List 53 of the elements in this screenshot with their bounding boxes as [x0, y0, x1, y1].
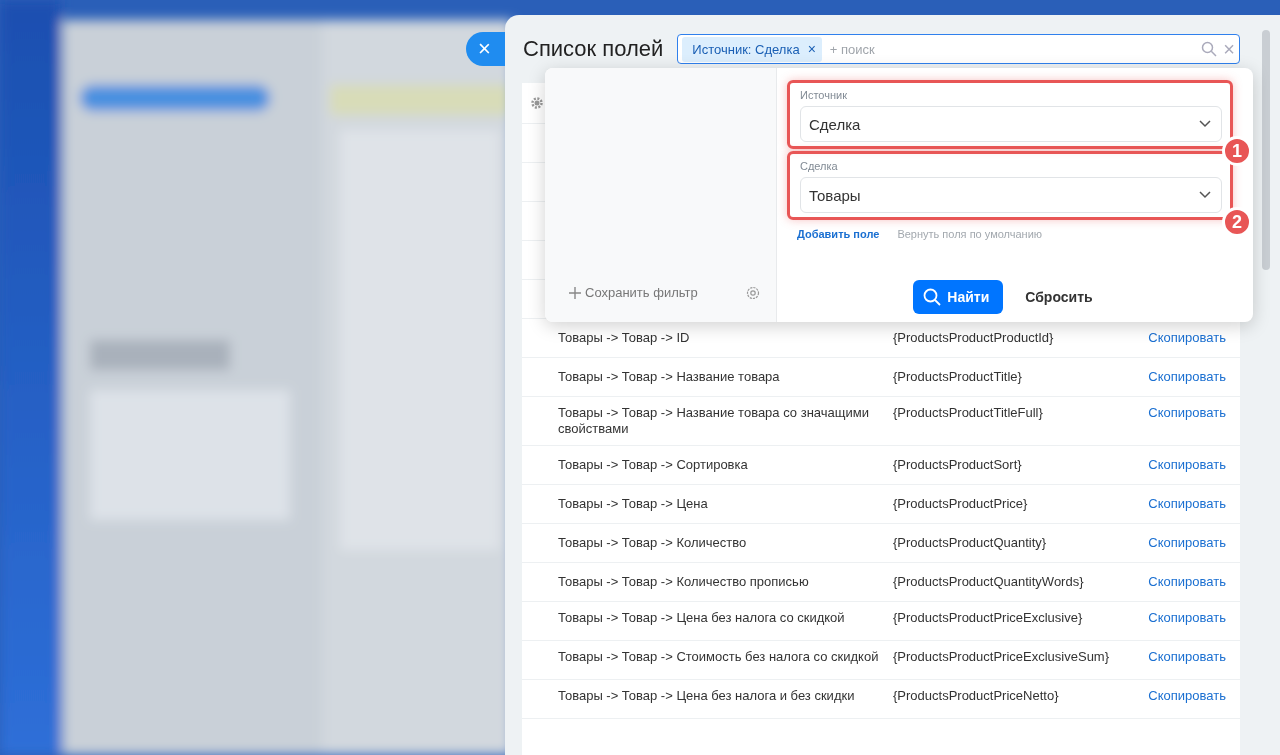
- copy-link[interactable]: Скопировать: [1133, 457, 1226, 473]
- copy-link[interactable]: Скопировать: [1133, 405, 1226, 421]
- find-button[interactable]: Найти: [913, 280, 1004, 314]
- callout-number: 2: [1222, 207, 1252, 237]
- copy-link[interactable]: Скопировать: [1133, 688, 1226, 704]
- copy-link[interactable]: Скопировать: [1133, 496, 1226, 512]
- field-code: {ProductsProductPrice}: [893, 496, 1029, 512]
- search-icon: [923, 288, 942, 306]
- plus-icon: [569, 286, 581, 299]
- field-code: {ProductsProductTitleFull}: [893, 405, 1044, 421]
- chevron-icon: [1199, 191, 1211, 199]
- select-field[interactable]: Сделка: [800, 106, 1222, 142]
- field-code: {ProductsProductProductId}: [893, 330, 1055, 346]
- add-field-link[interactable]: Добавить поле: [797, 228, 880, 240]
- field-name: Товары -> Товар -> Название товара: [558, 369, 781, 385]
- field-code: {ProductsProductPriceExclusive}: [893, 610, 1084, 626]
- field-name: Товары -> Товар -> Название товара со значащими свойствами: [558, 405, 870, 437]
- panel-title: Список полей: [523, 36, 664, 62]
- tag-remove-button[interactable]: ×: [807, 42, 816, 56]
- field-name: Товары -> Товар -> Цена без налога со скидкой: [558, 610, 846, 626]
- scrollbar[interactable]: [1262, 30, 1270, 270]
- field-name: Товары -> Товар -> Количество прописью: [558, 574, 810, 590]
- field-code: {ProductsProductPriceExclusiveSum}: [893, 649, 1111, 665]
- field-code: {ProductsProductPriceNetto}: [893, 688, 1060, 704]
- field-name: Товары -> Товар -> Сортировка: [558, 457, 749, 473]
- tag-label: Источник: Сделка: [692, 41, 800, 57]
- copy-link[interactable]: Скопировать: [1133, 574, 1226, 590]
- field-code: {ProductsProductSort}: [893, 457, 1023, 473]
- field-label: Сделка: [800, 160, 839, 172]
- copy-link[interactable]: Скопировать: [1133, 369, 1226, 385]
- copy-link[interactable]: Скопировать: [1133, 535, 1226, 551]
- search-field[interactable]: Источник: Сделка × + поиск ×: [677, 34, 1240, 64]
- gear-icon[interactable]: [530, 96, 544, 110]
- field-name: Товары -> Товар -> ID: [558, 330, 691, 346]
- copy-link[interactable]: Скопировать: [1133, 330, 1226, 346]
- settings-icon[interactable]: [746, 286, 760, 300]
- field-code: {ProductsProductQuantityWords}: [893, 574, 1085, 590]
- reset-button[interactable]: Сбросить: [1011, 280, 1107, 314]
- field-label: Источник: [800, 89, 848, 101]
- chevron-icon: [1199, 120, 1211, 128]
- search-icon[interactable]: [1201, 41, 1218, 57]
- field-name: Товары -> Товар -> Цена: [558, 496, 709, 512]
- field-code: {ProductsProductQuantity}: [893, 535, 1048, 551]
- close-button[interactable]: ×: [466, 32, 505, 66]
- copy-link[interactable]: Скопировать: [1133, 610, 1226, 626]
- copy-link[interactable]: Скопировать: [1133, 649, 1226, 665]
- callout-number: 1: [1222, 136, 1252, 166]
- field-name: Товары -> Товар -> Количество: [558, 535, 748, 551]
- save-filter-button[interactable]: Сохранить фильтр: [569, 285, 698, 300]
- field-code: {ProductsProductTitle}: [893, 369, 1023, 385]
- field-name: Товары -> Товар -> Стоимость без налога со скидкой: [558, 649, 880, 665]
- field-name: Товары -> Товар -> Цена без налога и без скидки: [558, 688, 856, 704]
- select-field[interactable]: Товары: [800, 177, 1222, 213]
